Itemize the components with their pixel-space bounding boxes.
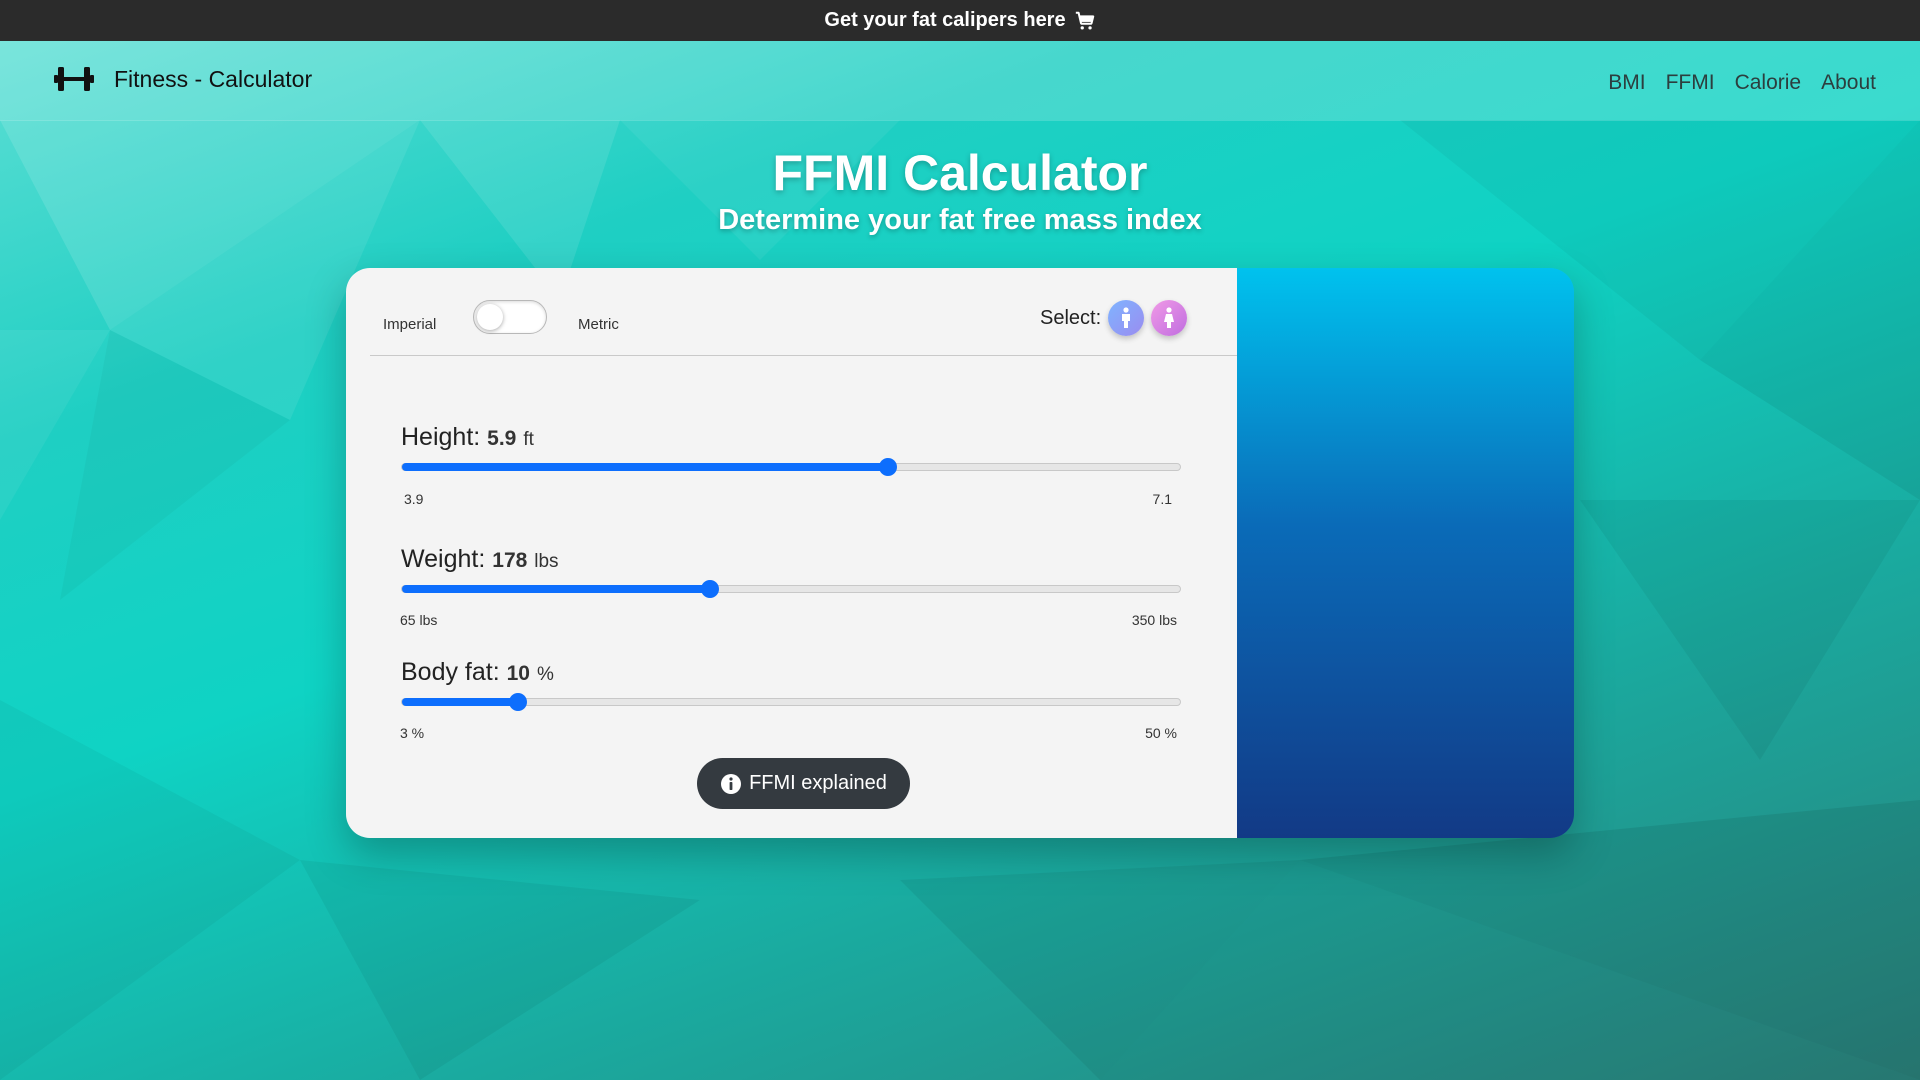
bodyfat-min: 3 % <box>400 725 425 741</box>
height-min: 3.9 <box>404 491 424 507</box>
height-value: 5.9 <box>487 427 517 450</box>
bodyfat-slider-thumb[interactable] <box>508 693 527 711</box>
weight-slider-thumb[interactable] <box>701 580 720 598</box>
page-title: FFMI Calculator <box>772 145 1148 201</box>
brand-title: Fitness - Calculator <box>114 65 313 92</box>
weight-unit: lbs <box>534 551 559 572</box>
weight-value: 178 <box>492 549 528 572</box>
height-label: Height: <box>401 423 481 451</box>
calculator-card: Imperial Metric Select: Height: 5.9 ft 3… <box>346 268 1574 838</box>
bodyfat-field: Body fat: 10 % 3 % 50 % <box>400 658 1181 741</box>
height-label-row: Height: 5.9 ft <box>401 423 1181 452</box>
ffmi-explained-button[interactable]: FFMI explained <box>697 758 910 809</box>
height-field: Height: 5.9 ft 3.9 7.1 <box>401 423 1181 507</box>
bodyfat-max: 50 % <box>1145 725 1177 741</box>
dumbbell-icon <box>54 67 94 91</box>
imperial-label: Imperial <box>383 316 437 333</box>
nav-links: BMI FFMI Calorie About <box>1608 71 1876 95</box>
male-icon <box>1122 307 1130 328</box>
female-button[interactable] <box>1151 300 1187 336</box>
info-icon <box>721 773 742 794</box>
calculator-inputs: Imperial Metric Select: Height: 5.9 ft 3… <box>346 268 1237 838</box>
navbar: Fitness - Calculator BMI FFMI Calorie Ab… <box>0 41 1920 121</box>
weight-slider[interactable] <box>401 580 1181 598</box>
height-slider[interactable] <box>401 458 1181 476</box>
nav-link-bmi[interactable]: BMI <box>1608 71 1645 95</box>
metric-label: Metric <box>578 316 619 333</box>
nav-link-calorie[interactable]: Calorie <box>1735 71 1802 95</box>
weight-field: Weight: 178 lbs 65 lbs 350 lbs <box>400 545 1181 628</box>
male-button[interactable] <box>1108 300 1144 336</box>
divider <box>370 355 1237 356</box>
toggle-knob <box>477 304 503 330</box>
unit-row: Imperial Metric Select: <box>346 268 1237 358</box>
bodyfat-label-row: Body fat: 10 % <box>401 658 1181 687</box>
bodyfat-slider[interactable] <box>401 693 1181 711</box>
weight-slider-fill <box>402 585 711 593</box>
result-panel <box>1237 268 1574 838</box>
bodyfat-slider-fill <box>402 698 518 706</box>
cart-icon <box>1075 11 1094 30</box>
unit-toggle[interactable] <box>473 300 547 334</box>
promo-text[interactable]: Get your fat calipers here <box>824 9 1065 32</box>
promo-banner[interactable]: Get your fat calipers here <box>0 0 1920 41</box>
gender-select-label: Select: <box>1040 307 1102 329</box>
bodyfat-unit: % <box>536 664 554 685</box>
height-slider-fill <box>402 463 889 471</box>
weight-min: 65 lbs <box>400 612 438 628</box>
bodyfat-value: 10 <box>506 662 530 685</box>
weight-label-row: Weight: 178 lbs <box>401 545 1181 574</box>
page-subtitle: Determine your fat free mass index <box>718 204 1202 236</box>
female-icon <box>1164 307 1174 328</box>
nav-link-ffmi[interactable]: FFMI <box>1666 71 1715 95</box>
bodyfat-label: Body fat: <box>401 658 500 686</box>
weight-label: Weight: <box>401 545 486 573</box>
height-unit: ft <box>523 429 534 450</box>
brand-link[interactable]: Fitness - Calculator <box>54 63 312 95</box>
height-max: 7.1 <box>1152 491 1172 507</box>
nav-link-about[interactable]: About <box>1821 71 1876 95</box>
weight-max: 350 lbs <box>1131 612 1177 628</box>
height-slider-thumb[interactable] <box>879 458 898 476</box>
ffmi-explained-label: FFMI explained <box>749 772 887 794</box>
